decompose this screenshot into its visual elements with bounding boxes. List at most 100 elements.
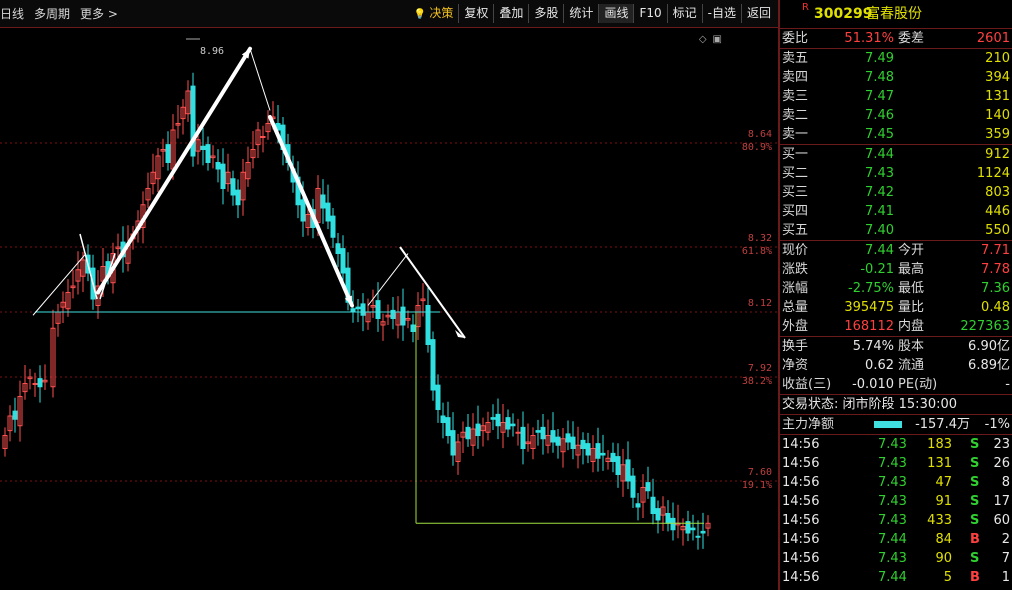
bid-row[interactable]: 买一 7.44 912 <box>780 145 1012 164</box>
candle-body <box>220 163 226 189</box>
bid-row[interactable]: 买二 7.43 1124 <box>780 164 1012 183</box>
main-flow-value: -157.4万 <box>915 417 970 432</box>
candle-body <box>625 459 631 482</box>
toolbar-button-label: 返回 <box>746 6 771 20</box>
uptrend-arrow <box>96 46 252 295</box>
toolbar-button-7[interactable]: 标记 <box>666 4 702 23</box>
downtrend-arrow <box>268 115 354 308</box>
weibi-row: 委比 51.31% 委差 2601 <box>780 29 1012 49</box>
period-tab-0[interactable]: 日线 <box>0 5 24 22</box>
toolbar-buttons: 💡 决策 复权 叠加 多股 统计 画线 F10 标记 -自选 返回 <box>409 4 776 23</box>
axis-price-label: 8.64 <box>747 129 772 140</box>
candle-body <box>540 426 546 440</box>
candle-body <box>585 443 591 456</box>
book-price: 7.44 <box>865 147 894 162</box>
toolbar-button-6[interactable]: F10 <box>633 4 666 23</box>
ask-row[interactable]: 卖三 7.47 131 <box>780 87 1012 106</box>
main-flow-label: 主力净额 <box>782 417 835 432</box>
candle-body <box>580 439 586 449</box>
candle-body <box>650 496 656 514</box>
tick-time: 14:56 <box>782 494 820 509</box>
toolbar-button-5[interactable]: 画线 <box>598 4 634 23</box>
main-flow-bar <box>874 421 902 428</box>
diamond-icon[interactable]: ◇ <box>699 34 707 45</box>
tick-list[interactable]: 14:56 7.43 183 S 23 14:56 7.43 131 S 26 14:56 7.43 4… <box>780 435 1012 587</box>
stat-label: 量比 <box>898 300 925 315</box>
period-tab-1[interactable]: 多周期 <box>34 5 70 22</box>
book-label: 买二 <box>782 166 809 181</box>
book-price: 7.48 <box>865 70 894 85</box>
toolbar-button-4[interactable]: 统计 <box>563 4 598 23</box>
candle-body <box>475 423 481 436</box>
stat-value: 7.78 <box>981 262 1010 277</box>
window-icon[interactable]: ▣ <box>713 34 722 45</box>
stat-value: 7.36 <box>981 281 1010 296</box>
tick-volume: 5 <box>943 570 952 585</box>
ask-row[interactable]: 卖四 7.48 394 <box>780 68 1012 87</box>
candle-body <box>535 430 541 433</box>
book-price: 7.47 <box>865 89 894 104</box>
tick-side: S <box>970 456 980 471</box>
stat-label: 流通 <box>898 358 925 373</box>
book-volume: 140 <box>985 108 1010 123</box>
toolbar-button-8[interactable]: -自选 <box>701 4 741 23</box>
stock-code[interactable]: 300299 <box>814 0 872 28</box>
toolbar-button-0[interactable]: 💡 决策 <box>409 4 458 23</box>
stat-value: 0.48 <box>981 300 1010 315</box>
axis-pct-label: 38.2% <box>741 376 772 387</box>
tick-time: 14:56 <box>782 532 820 547</box>
stat-value: -0.21 <box>860 262 894 277</box>
bid-book: 买一 7.44 912 买二 7.43 1124 买三 7.42 803 买四 7.41 446 买五 7… <box>780 145 1012 241</box>
candle-body <box>555 436 561 446</box>
axis-price-label: 7.92 <box>747 363 772 374</box>
chart-corner-icons: ◇ ▣ <box>699 34 722 45</box>
axis-pct-label: 80.9% <box>741 142 772 153</box>
candle-body <box>230 178 236 196</box>
stat-label: 换手 <box>782 339 809 354</box>
tick-count: 2 <box>1001 532 1010 547</box>
stock-name[interactable]: 富春股份 <box>866 0 922 28</box>
tick-price: 7.43 <box>878 475 907 490</box>
toolbar-button-9[interactable]: 返回 <box>740 4 776 23</box>
book-label: 买一 <box>782 147 809 162</box>
candle-body <box>325 202 331 222</box>
tick-price: 7.43 <box>878 551 907 566</box>
bid-row[interactable]: 买四 7.41 446 <box>780 202 1012 221</box>
book-price: 7.49 <box>865 51 894 66</box>
ask-book: 卖五 7.49 210 卖四 7.48 394 卖三 7.47 131 卖二 7.46 140 卖一 7.… <box>780 49 1012 145</box>
toolbar-button-label: 复权 <box>464 6 489 20</box>
bid-row[interactable]: 买五 7.40 550 <box>780 221 1012 240</box>
tick-row: 14:56 7.43 47 S 8 <box>780 473 1012 492</box>
ask-row[interactable]: 卖一 7.45 359 <box>780 125 1012 144</box>
tick-side: S <box>970 437 980 452</box>
toolbar-button-1[interactable]: 复权 <box>458 4 493 23</box>
stat-value: 5.74% <box>852 339 894 354</box>
toolbar-button-2[interactable]: 叠加 <box>493 4 528 23</box>
ask-row[interactable]: 卖二 7.46 140 <box>780 106 1012 125</box>
tick-side: B <box>970 532 980 547</box>
kline-canvas[interactable] <box>0 28 778 590</box>
tick-count: 1 <box>1001 570 1010 585</box>
stat-label: 现价 <box>782 243 809 258</box>
stat-row: 外盘 168112 内盘 227363 <box>780 317 1012 336</box>
candle-body <box>450 430 456 456</box>
candle-body <box>330 215 336 238</box>
toolbar-button-label: -自选 <box>707 6 736 20</box>
candle-body <box>655 508 661 521</box>
quote-stats: 现价 7.44 今开 7.71 涨跌 -0.21 最高 7.78 涨幅 -2.75% 最低 7.36 总… <box>780 241 1012 337</box>
tick-time: 14:56 <box>782 437 820 452</box>
candle-body <box>495 413 501 427</box>
period-tab-2[interactable]: 更多 > <box>80 5 118 22</box>
toolbar-button-3[interactable]: 多股 <box>528 4 563 23</box>
kline-chart[interactable]: ◇ ▣ 8.96 8.64 80.9% 8.32 61.8% 8.12 7.92 38.2%… <box>0 28 778 590</box>
book-price: 7.45 <box>865 127 894 142</box>
tick-price: 7.43 <box>878 513 907 528</box>
stat-label: PE(动) <box>898 377 938 392</box>
bid-row[interactable]: 买三 7.42 803 <box>780 183 1012 202</box>
ask-row[interactable]: 卖五 7.49 210 <box>780 49 1012 68</box>
stat-row: 涨幅 -2.75% 最低 7.36 <box>780 279 1012 298</box>
tick-volume: 47 <box>935 475 952 490</box>
book-label: 卖三 <box>782 89 809 104</box>
candle-body <box>400 306 406 326</box>
toolbar-button-label: 决策 <box>429 6 454 20</box>
